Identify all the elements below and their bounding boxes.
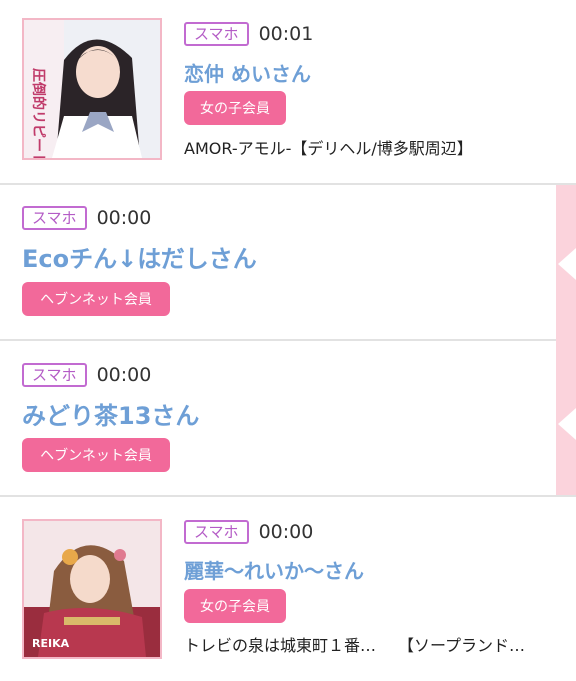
member-name[interactable]: 恋仲 めいさん [184,58,311,87]
device-tag: スマホ [184,22,249,46]
shop-info[interactable]: AMOR-アモル-【デリヘル/博多駅周辺】 [184,135,473,159]
list-item[interactable]: 圧倒的リピート スマホ 00:01 恋仲 めいさん 女の子会員 AMOR-アモル… [0,0,576,183]
shop-name[interactable]: トレビの泉は城東町１番… [184,636,376,655]
shop-category: 【デリヘル/博多駅周辺】 [291,139,473,158]
device-tag: スマホ [22,206,87,230]
member-type-badge: ヘブンネット会員 [22,282,170,316]
shop-category: 【ソープランド… [398,636,526,655]
device-tag: スマホ [22,363,87,387]
thumbnail-image[interactable]: 圧倒的リピート [22,18,162,160]
thumbnail-caption: REIKA [32,637,70,650]
member-name[interactable]: Ecoチん↓はだしさん [22,239,257,274]
member-type-badge: 女の子会員 [184,589,286,623]
list-item[interactable]: スマホ 00:00 みどり茶13さん ヘブンネット会員 [0,341,556,495]
member-type-badge: 女の子会員 [184,91,286,125]
thumbnail-image[interactable]: REIKA [22,519,162,659]
member-name[interactable]: 麗華〜れいか〜さん [184,555,364,584]
side-tab-arrow-icon [558,408,576,440]
list-item[interactable]: スマホ 00:00 Ecoチん↓はだしさん ヘブンネット会員 [0,185,556,339]
side-tab-arrow-icon [558,248,576,280]
member-type-badge: ヘブンネット会員 [22,438,170,472]
device-tag: スマホ [184,520,249,544]
member-name[interactable]: みどり茶13さん [22,396,199,431]
thumbnail-caption: 圧倒的リピート [30,68,47,158]
shop-name[interactable]: AMOR-アモル- [184,139,291,158]
access-time: 00:00 [96,364,152,386]
list-item[interactable]: REIKA スマホ 00:00 麗華〜れいか〜さん 女の子会員 トレビの泉は城東… [0,497,576,681]
shop-info[interactable]: トレビの泉は城東町１番… 【ソープランド… [184,632,564,656]
side-tab[interactable] [556,184,576,496]
access-time: 00:01 [258,23,314,45]
access-time: 00:00 [258,521,314,543]
access-time: 00:00 [96,207,152,229]
